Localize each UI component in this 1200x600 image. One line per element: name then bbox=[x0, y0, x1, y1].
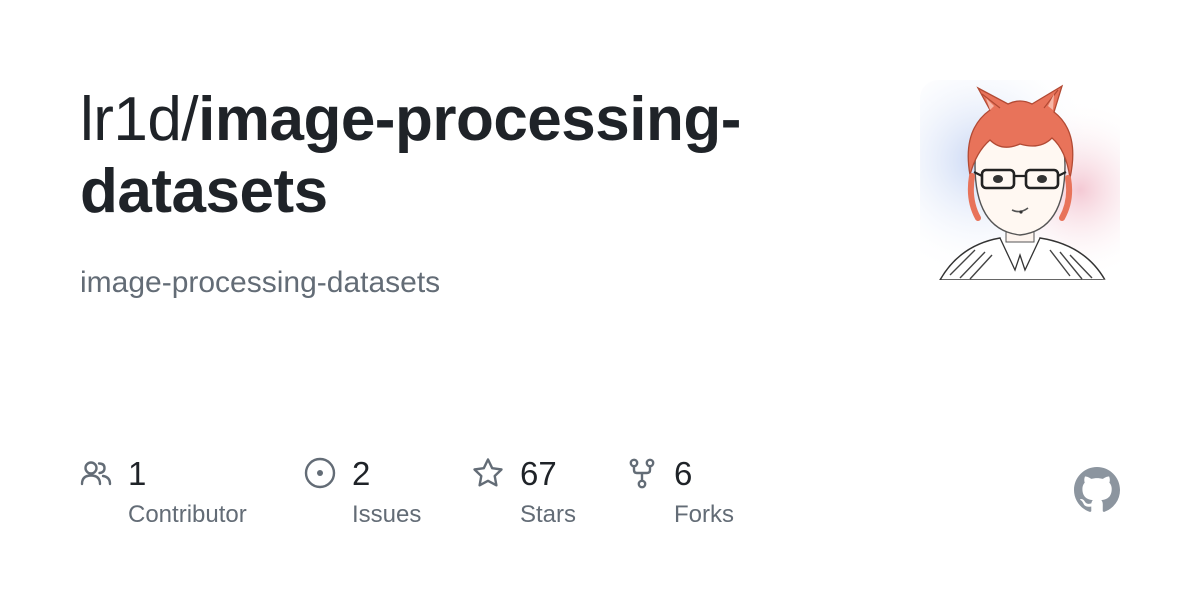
people-icon bbox=[80, 461, 112, 486]
issue-icon bbox=[304, 457, 336, 489]
stat-value: 67 bbox=[520, 455, 557, 492]
star-icon bbox=[473, 458, 503, 487]
repo-title[interactable]: lr1d/image-processing-datasets bbox=[80, 84, 880, 228]
stat-value: 1 bbox=[128, 455, 147, 492]
stat-value: 2 bbox=[352, 455, 371, 492]
avatar-illustration bbox=[920, 80, 1120, 280]
fork-icon bbox=[629, 458, 655, 489]
repo-owner[interactable]: lr1d/ bbox=[80, 85, 199, 154]
github-logo-icon[interactable] bbox=[1074, 467, 1120, 513]
stat-label: Forks bbox=[674, 501, 734, 528]
stat-value: 6 bbox=[674, 455, 693, 492]
stat-label: Contributor bbox=[128, 501, 247, 528]
stat-label: Stars bbox=[520, 501, 577, 528]
repo-description: image-processing-datasets bbox=[80, 266, 441, 299]
owner-avatar bbox=[920, 80, 1120, 280]
stat-label: Issues bbox=[352, 501, 422, 528]
